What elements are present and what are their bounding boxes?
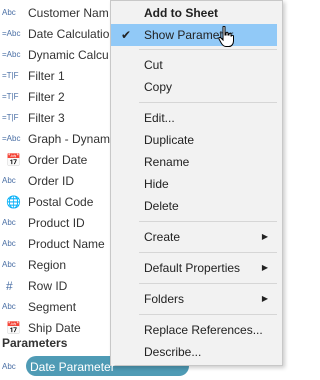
menu-item-label: Rename bbox=[144, 155, 190, 169]
menu-item-label: Copy bbox=[144, 80, 173, 94]
parameter-label: Date Parameter bbox=[30, 359, 115, 374]
field-label: Graph - Dynam bbox=[28, 131, 111, 146]
field-label: Product ID bbox=[28, 215, 85, 230]
field-label: Region bbox=[28, 257, 67, 272]
menu-item-label: Default Properties bbox=[144, 261, 241, 275]
menu-item-show-parameter[interactable]: ✔ Show Parameter bbox=[111, 24, 277, 46]
menu-item-label: Delete bbox=[144, 199, 179, 213]
menu-item-label: Describe... bbox=[144, 345, 202, 359]
submenu-arrow-icon: ▶ bbox=[261, 294, 268, 303]
menu-separator bbox=[139, 221, 277, 222]
string-field-icon: Abc bbox=[2, 218, 16, 227]
menu-item-label: Duplicate bbox=[144, 133, 195, 147]
menu-item-label: Cut bbox=[144, 58, 163, 72]
menu-separator bbox=[139, 49, 277, 50]
menu-item-label: Folders bbox=[144, 292, 185, 306]
menu-item-replace-references[interactable]: Replace References... bbox=[111, 319, 282, 341]
string-field-icon: Abc bbox=[2, 176, 16, 185]
string-field-icon: Abc bbox=[2, 239, 16, 248]
field-label: Postal Code bbox=[28, 194, 94, 209]
menu-item-create[interactable]: Create ▶ bbox=[111, 226, 282, 248]
menu-separator bbox=[139, 283, 277, 284]
field-label: Filter 2 bbox=[28, 89, 65, 104]
context-menu: Add to Sheet ✔ Show Parameter Cut Copy E… bbox=[110, 0, 283, 366]
calc-boolean-icon: =T|F bbox=[2, 92, 19, 101]
menu-item-label: Add to Sheet bbox=[144, 6, 218, 20]
submenu-arrow-icon: ▶ bbox=[261, 232, 268, 241]
field-label: Date Calculatio bbox=[28, 26, 110, 41]
calc-string-icon: =Abc bbox=[2, 50, 21, 59]
field-label: Product Name bbox=[28, 236, 105, 251]
hand-cursor-icon bbox=[218, 26, 234, 47]
field-label: Order Date bbox=[28, 152, 88, 167]
menu-separator bbox=[139, 102, 277, 103]
string-field-icon: Abc bbox=[2, 260, 16, 269]
field-label: Segment bbox=[28, 299, 77, 314]
calc-string-icon: =Abc bbox=[2, 29, 21, 38]
menu-item-describe[interactable]: Describe... bbox=[111, 341, 282, 363]
geo-field-icon: 🌐 bbox=[6, 194, 21, 209]
menu-item-label: Hide bbox=[144, 177, 169, 191]
calc-boolean-icon: =T|F bbox=[2, 113, 19, 122]
menu-item-copy[interactable]: Copy bbox=[111, 76, 282, 98]
calc-string-icon: =Abc bbox=[2, 134, 21, 143]
menu-separator bbox=[139, 314, 277, 315]
string-field-icon: Abc bbox=[2, 8, 16, 17]
menu-item-cut[interactable]: Cut bbox=[111, 54, 282, 76]
menu-item-hide[interactable]: Hide bbox=[111, 173, 282, 195]
menu-item-default-properties[interactable]: Default Properties ▶ bbox=[111, 257, 282, 279]
submenu-arrow-icon: ▶ bbox=[261, 263, 268, 272]
menu-item-label: Replace References... bbox=[144, 323, 263, 337]
menu-item-rename[interactable]: Rename bbox=[111, 151, 282, 173]
menu-item-label: Create bbox=[144, 230, 181, 244]
string-field-icon: Abc bbox=[2, 302, 16, 311]
number-field-icon: # bbox=[6, 278, 13, 293]
menu-item-add-to-sheet[interactable]: Add to Sheet bbox=[111, 2, 282, 24]
field-label: Row ID bbox=[28, 278, 68, 293]
checkmark-icon: ✔ bbox=[121, 28, 132, 42]
menu-item-duplicate[interactable]: Duplicate bbox=[111, 129, 282, 151]
menu-item-edit[interactable]: Edit... bbox=[111, 107, 282, 129]
menu-separator bbox=[139, 252, 277, 253]
field-label: Dynamic Calcu bbox=[28, 47, 109, 62]
menu-item-label: Edit... bbox=[144, 111, 175, 125]
calc-boolean-icon: =T|F bbox=[2, 71, 19, 80]
field-label: Customer Nam bbox=[28, 5, 109, 20]
string-parameter-icon: Abc bbox=[2, 362, 16, 371]
date-field-icon: 📅 bbox=[6, 152, 21, 167]
menu-item-folders[interactable]: Folders ▶ bbox=[111, 288, 282, 310]
field-label: Filter 1 bbox=[28, 68, 65, 83]
field-label: Order ID bbox=[28, 173, 75, 188]
menu-item-delete[interactable]: Delete bbox=[111, 195, 282, 217]
field-label: Filter 3 bbox=[28, 110, 65, 125]
